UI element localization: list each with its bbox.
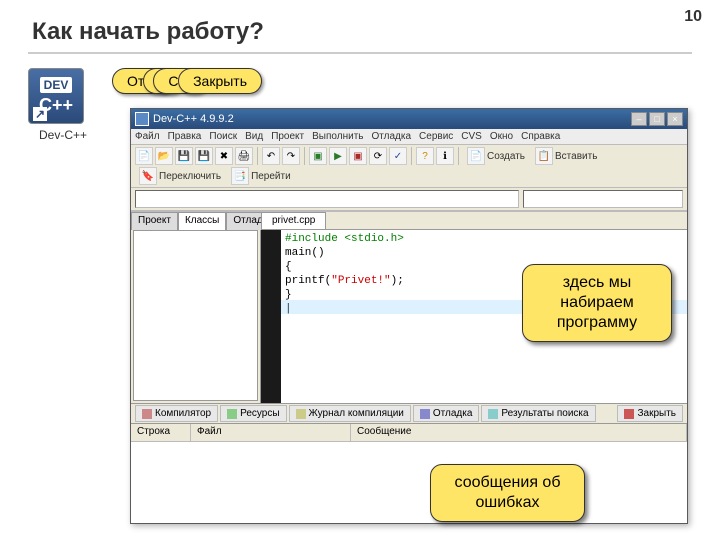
insert-icon: 📋: [535, 147, 553, 165]
menu-edit[interactable]: Правка: [168, 131, 202, 142]
insert-label: Вставить: [555, 151, 597, 162]
tab-label: Ресурсы: [240, 408, 279, 419]
code-line: #include <stdio.h>: [285, 232, 683, 246]
project-tree[interactable]: [133, 230, 258, 401]
file-icon: 📄: [467, 147, 485, 165]
maximize-button[interactable]: □: [649, 112, 665, 126]
messages-panel: Строка Файл Сообщение: [131, 423, 687, 523]
tab-label: Компилятор: [155, 408, 211, 419]
create-label: Создать: [487, 151, 525, 162]
toolbar-main: 📄 📂 💾 💾 ✖ 🖨 ↶ ↷ ▣ ▶ ▣ ⟳ ✓ ? ℹ 📄Создать 📋…: [131, 145, 687, 188]
toolbar-secondary: [131, 188, 687, 211]
toolbar-separator: [257, 147, 258, 165]
code-line: main(): [285, 246, 683, 260]
tab-label: Закрыть: [637, 408, 676, 419]
log-icon: [296, 409, 306, 419]
close-file-icon[interactable]: ✖: [215, 147, 233, 165]
menu-run[interactable]: Выполнить: [312, 131, 363, 142]
run-icon[interactable]: ▶: [329, 147, 347, 165]
tab-compile-log[interactable]: Журнал компиляции: [289, 405, 411, 422]
bookmark-icon: 🔖: [139, 167, 157, 185]
tab-label: Отладка: [433, 408, 473, 419]
minimize-button[interactable]: –: [631, 112, 647, 126]
menu-search[interactable]: Поиск: [209, 131, 237, 142]
tab-resources[interactable]: Ресурсы: [220, 405, 286, 422]
col-file[interactable]: Файл: [191, 424, 351, 441]
switch-dropdown[interactable]: 🔖Переключить: [139, 167, 221, 185]
menu-view[interactable]: Вид: [245, 131, 263, 142]
toolbar-separator: [411, 147, 412, 165]
editor-tab-file[interactable]: privet.cpp: [261, 212, 326, 229]
compile-icon[interactable]: ▣: [309, 147, 327, 165]
goto-icon: 📑: [231, 167, 249, 185]
page-title: Как начать работу?: [0, 0, 720, 52]
tab-label: Журнал компиляции: [309, 408, 404, 419]
save-icon[interactable]: 💾: [175, 147, 193, 165]
app-icon: DEV C++ ↗: [28, 68, 84, 124]
debug-tab-icon: [420, 409, 430, 419]
open-file-icon[interactable]: 📂: [155, 147, 173, 165]
shortcut-arrow-icon: ↗: [33, 107, 47, 121]
goto-combo[interactable]: [135, 190, 519, 208]
tab-project[interactable]: Проект: [131, 212, 178, 230]
callout-errors: сообщения об ошибках: [430, 464, 585, 522]
close-icon: [624, 409, 634, 419]
undo-icon[interactable]: ↶: [262, 147, 280, 165]
app-titlebar-icon: [135, 112, 149, 126]
compile-run-icon[interactable]: ▣: [349, 147, 367, 165]
bottom-tabs: Компилятор Ресурсы Журнал компиляции Отл…: [131, 403, 687, 423]
print-icon[interactable]: 🖨: [235, 147, 253, 165]
bubble-close: Закрыть: [178, 68, 262, 94]
app-label: Dev-C++: [28, 128, 98, 142]
project-panel: Проект Классы Отладка: [131, 212, 261, 403]
goto-label: Перейти: [251, 171, 291, 182]
titlebar: Dev-C++ 4.9.9.2 – □ ×: [131, 109, 687, 129]
debug-icon[interactable]: ✓: [389, 147, 407, 165]
menu-tools[interactable]: Сервис: [419, 131, 453, 142]
tab-compiler[interactable]: Компилятор: [135, 405, 218, 422]
tab-debug[interactable]: Отладка: [413, 405, 480, 422]
logo-line1: DEV: [40, 77, 73, 93]
toolbar-separator: [304, 147, 305, 165]
toolbar-separator: [458, 147, 459, 165]
menu-window[interactable]: Окно: [490, 131, 513, 142]
col-line[interactable]: Строка: [131, 424, 191, 441]
about-icon[interactable]: ℹ: [436, 147, 454, 165]
goto-dropdown[interactable]: 📑Перейти: [231, 167, 291, 185]
close-window-button[interactable]: ×: [667, 112, 683, 126]
menu-help[interactable]: Справка: [521, 131, 560, 142]
menubar: Файл Правка Поиск Вид Проект Выполнить О…: [131, 129, 687, 145]
tab-close[interactable]: Закрыть: [617, 405, 683, 422]
tab-results[interactable]: Результаты поиска: [481, 405, 595, 422]
redo-icon[interactable]: ↷: [282, 147, 300, 165]
rebuild-icon[interactable]: ⟳: [369, 147, 387, 165]
create-dropdown[interactable]: 📄Создать: [467, 147, 525, 165]
tab-label: Результаты поиска: [501, 408, 588, 419]
menu-debug[interactable]: Отладка: [372, 131, 412, 142]
action-bubbles: Откр Н Сох Закрыть: [112, 68, 262, 94]
switch-label: Переключить: [159, 171, 221, 182]
insert-dropdown[interactable]: 📋Вставить: [535, 147, 597, 165]
help-icon[interactable]: ?: [416, 147, 434, 165]
compiler-icon: [142, 409, 152, 419]
messages-list[interactable]: [131, 442, 687, 523]
new-file-icon[interactable]: 📄: [135, 147, 153, 165]
page-number: 10: [684, 8, 702, 26]
titlebar-text: Dev-C++ 4.9.9.2: [153, 113, 631, 125]
class-combo[interactable]: [523, 190, 683, 208]
resources-icon: [227, 409, 237, 419]
menu-project[interactable]: Проект: [271, 131, 304, 142]
menu-file[interactable]: Файл: [135, 131, 160, 142]
tab-classes[interactable]: Классы: [178, 212, 226, 230]
results-icon: [488, 409, 498, 419]
save-all-icon[interactable]: 💾: [195, 147, 213, 165]
editor-gutter: [261, 230, 281, 403]
menu-cvs[interactable]: CVS: [461, 131, 482, 142]
app-shortcut[interactable]: DEV C++ ↗ Dev-C++: [28, 68, 98, 142]
col-message[interactable]: Сообщение: [351, 424, 687, 441]
callout-editor: здесь мы набираем программу: [522, 264, 672, 342]
